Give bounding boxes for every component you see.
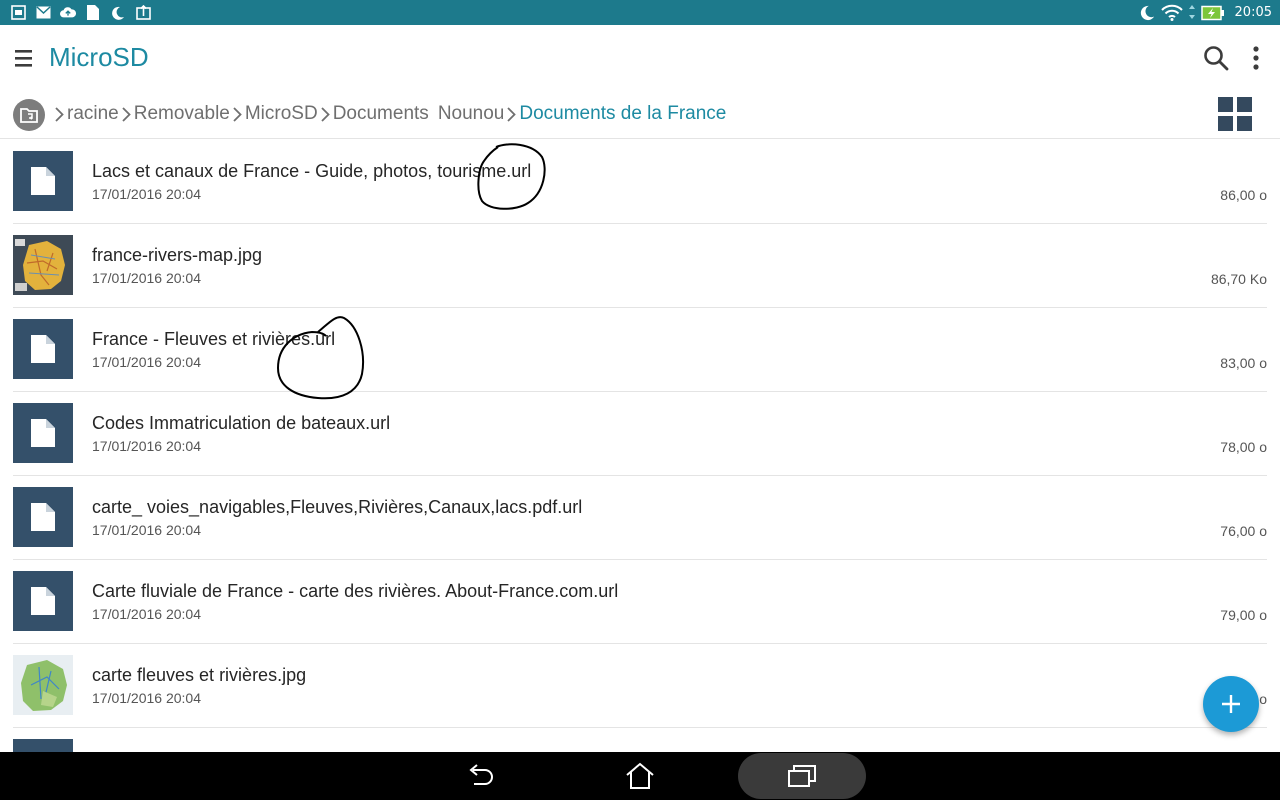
partial-next-row-thumbnail [13,739,73,753]
screenshot-icon [10,5,26,21]
file-name: Lacs et canaux de France - Guide, photos… [92,161,532,181]
back-button[interactable] [448,752,512,800]
home-button[interactable] [608,752,672,800]
breadcrumb: racine Removable MicroSD Documents Nouno… [0,91,1280,139]
cloud-upload-icon [60,5,76,21]
file-size: 76,00 o [1220,523,1267,539]
file-row[interactable]: Lacs et canaux de France - Guide, photos… [13,140,1267,224]
document-icon [31,167,55,195]
file-size: 83,00 o [1220,355,1267,371]
file-date: 17/01/2016 20:04 [92,690,201,706]
document-icon [31,335,55,363]
breadcrumb-item-removable[interactable]: Removable [134,103,230,125]
wifi-icon [1160,4,1183,21]
mail-icon [35,5,51,21]
battery-charging-icon [1200,5,1225,21]
file-row[interactable]: carte_ voies_navigables,Fleuves,Rivières… [13,476,1267,560]
file-size: 79,00 o [1220,607,1267,623]
recent-apps-button[interactable] [738,753,866,799]
chevron-right-icon [318,104,333,124]
add-fab-button[interactable] [1203,676,1259,732]
file-size: 86,00 o [1220,187,1267,203]
app-bar: MicroSD [0,25,1280,91]
document-thumbnail [13,403,73,463]
file-row[interactable]: france-rivers-map.jpg 17/01/2016 20:04 8… [13,224,1267,308]
system-status: 20:05 [1139,4,1272,21]
document-thumbnail [13,487,73,547]
document-thumbnail [13,319,73,379]
chevron-right-icon [230,104,245,124]
file-row[interactable]: Carte fluviale de France - carte des riv… [13,560,1267,644]
hamburger-menu-icon[interactable] [14,49,34,67]
file-size: 78,00 o [1220,439,1267,455]
file-size: 86,70 Ko [1210,271,1267,287]
notification-icons [10,5,151,21]
file-date: 17/01/2016 20:04 [92,606,201,622]
image-thumbnail [13,655,73,715]
overflow-menu-icon[interactable] [1249,45,1263,71]
chevron-right-icon [119,104,134,124]
file-row[interactable]: Codes Immatriculation de bateaux.url 17/… [13,392,1267,476]
clock: 20:05 [1234,5,1272,20]
document-icon [31,587,55,615]
breadcrumb-item-racine[interactable]: racine [67,103,119,125]
breadcrumb-item-current[interactable]: Documents de la France [519,103,726,125]
file-date: 17/01/2016 20:04 [92,522,201,538]
file-name: Codes Immatriculation de bateaux.url [92,413,391,433]
night-mode-icon [110,5,126,21]
image-thumbnail [13,235,73,295]
file-row[interactable]: France - Fleuves et rivières.url 17/01/2… [13,308,1267,392]
file-name: France - Fleuves et rivières.url [92,329,336,349]
storage-root-icon[interactable] [13,99,45,131]
document-thumbnail [13,571,73,631]
file-date: 17/01/2016 20:04 [92,186,201,202]
breadcrumb-path: racine Removable MicroSD Documents Nouno… [52,103,726,125]
file-date: 17/01/2016 20:04 [92,354,201,370]
file-list: Lacs et canaux de France - Guide, photos… [0,140,1280,728]
recent-apps-icon [788,765,816,787]
file-name: Carte fluviale de France - carte des riv… [92,581,619,601]
breadcrumb-item-nounou[interactable]: Nounou [438,103,505,125]
search-icon[interactable] [1203,45,1229,71]
file-date: 17/01/2016 20:04 [92,438,201,454]
file-manager-screen: 20:05 MicroSD racine Removable MicroSD D… [0,0,1280,800]
grid-view-icon[interactable] [1218,97,1252,131]
file-row[interactable]: carte fleuves et rivières.jpg 17/01/2016… [13,644,1267,728]
document-thumbnail [13,151,73,211]
system-navigation-bar [0,752,1280,800]
back-icon [469,764,493,785]
file-size: o [1259,691,1267,707]
chevron-right-icon [504,104,519,124]
home-icon [626,762,654,789]
breadcrumb-item-microsd[interactable]: MicroSD [245,103,318,125]
file-date: 17/01/2016 20:04 [92,270,201,286]
file-name: carte fleuves et rivières.jpg [92,665,307,685]
breadcrumb-item-documents[interactable]: Documents [333,103,429,125]
status-bar: 20:05 [0,0,1280,25]
moon-icon [1139,5,1155,21]
file-name: france-rivers-map.jpg [92,245,263,265]
document-icon [31,503,55,531]
chevron-right-icon [52,104,67,124]
document-icon [31,419,55,447]
file-name: carte_ voies_navigables,Fleuves,Rivières… [92,497,583,517]
image-upload-icon [135,5,151,21]
plus-icon [1222,695,1240,713]
data-arrows-icon [1188,5,1195,20]
app-title: MicroSD [49,42,149,72]
file-icon [85,5,101,21]
